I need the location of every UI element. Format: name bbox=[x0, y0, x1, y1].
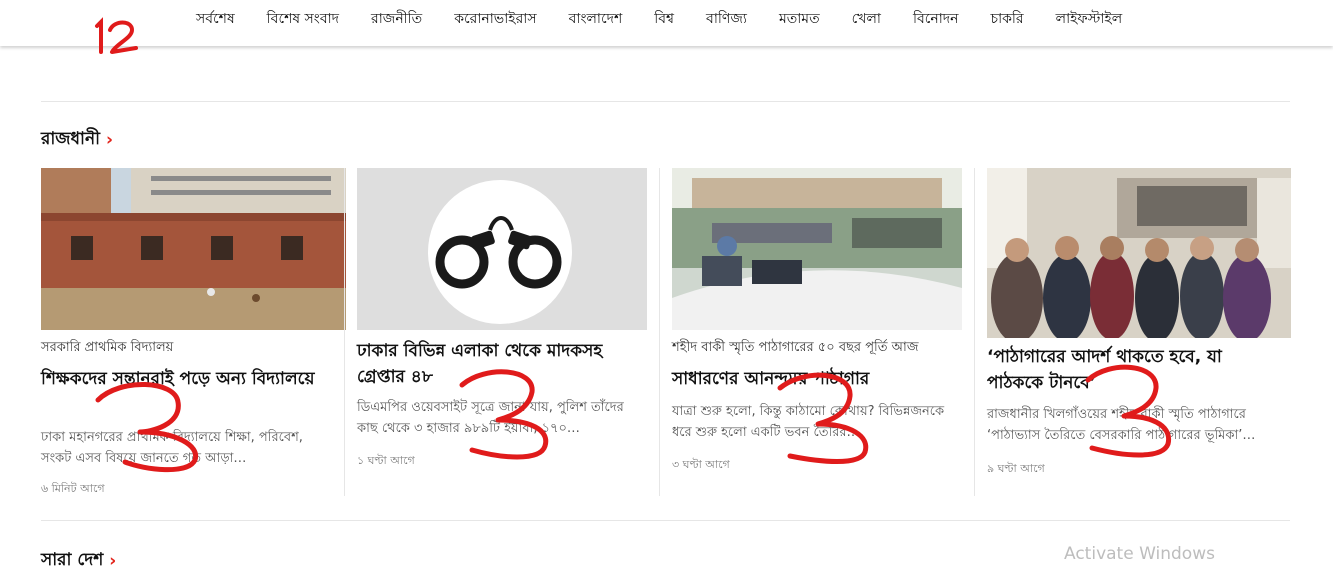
section-title-label: সারা দেশ bbox=[41, 550, 104, 569]
news-card[interactable]: সরকারি প্রাথমিক বিদ্যালয় শিক্ষকদের সন্ত… bbox=[41, 168, 346, 496]
card-headline[interactable]: সাধারণের আনন্দময় পাঠাগার bbox=[672, 366, 962, 392]
nav-item-opinion[interactable]: মতামত bbox=[779, 7, 820, 31]
nav-item-business[interactable]: বাণিজ্য bbox=[706, 7, 747, 31]
section-title-rajdhani[interactable]: রাজধানী › bbox=[41, 126, 113, 154]
card-headline[interactable]: ঢাকার বিভিন্ন এলাকা থেকে মাদকসহ গ্রেপ্তা… bbox=[357, 338, 642, 390]
card-summary: রাজধানীর খিলগাঁওয়ের শহীদ বাকী স্মৃতি পা… bbox=[987, 407, 1256, 443]
nav-item-special-news[interactable]: বিশেষ সংবাদ bbox=[267, 7, 339, 31]
people-in-library-photo[interactable] bbox=[987, 168, 1291, 338]
nav-item-jobs[interactable]: চাকরি bbox=[991, 7, 1024, 31]
card-headline[interactable]: শিক্ষকদের সন্তানরাই পড়ে অন্য বিদ্যালয়ে bbox=[41, 366, 331, 392]
school-building-photo[interactable] bbox=[41, 168, 346, 330]
card-timestamp: ১ ঘণ্টা আগে bbox=[357, 454, 415, 467]
chevron-right-icon: › bbox=[109, 551, 117, 569]
nav-item-lifestyle[interactable]: লাইফস্টাইল bbox=[1056, 7, 1123, 31]
nav-item-entertainment[interactable]: বিনোদন bbox=[913, 7, 959, 31]
card-timestamp: ৯ ঘণ্টা আগে bbox=[987, 462, 1045, 475]
card-timestamp: ৬ মিনিট আগে bbox=[41, 482, 105, 495]
main-nav: সর্বশেষ বিশেষ সংবাদ রাজনীতি করোনাভাইরাস … bbox=[196, 0, 1154, 38]
nav-item-latest[interactable]: সর্বশেষ bbox=[196, 7, 235, 31]
nav-item-coronavirus[interactable]: করোনাভাইরাস bbox=[454, 7, 536, 31]
news-card[interactable]: ঢাকার বিভিন্ন এলাকা থেকে মাদকসহ গ্রেপ্তা… bbox=[344, 168, 649, 496]
section-title-label: রাজধানী bbox=[41, 129, 100, 149]
nav-item-bangladesh[interactable]: বাংলাদেশ bbox=[569, 7, 623, 31]
section-title-sara-desh[interactable]: সারা দেশ › bbox=[41, 547, 116, 569]
handwritten-logo-mark bbox=[95, 17, 138, 54]
news-card[interactable]: শহীদ বাকী স্মৃতি পাঠাগারের ৫০ বছর পূর্তি… bbox=[659, 168, 964, 496]
library-reading-room-photo[interactable] bbox=[672, 168, 962, 330]
section-divider bbox=[41, 520, 1290, 521]
nav-item-world[interactable]: বিশ্ব bbox=[654, 7, 674, 31]
os-activation-watermark: Activate Windows bbox=[1064, 544, 1215, 564]
nav-item-sports[interactable]: খেলা bbox=[852, 7, 881, 31]
chevron-right-icon: › bbox=[105, 130, 113, 150]
card-kicker: শহীদ বাকী স্মৃতি পাঠাগারের ৫০ বছর পূর্তি… bbox=[672, 340, 919, 355]
news-card[interactable]: ‘পাঠাগারের আদর্শ থাকতে হবে, যা পাঠককে টা… bbox=[974, 168, 1291, 496]
card-summary: যাত্রা শুরু হলো, কিন্তু কাঠামো কোথায়? ব… bbox=[672, 404, 945, 440]
card-summary: ডিএমপির ওয়েবসাইট সূত্রে জানা যায়, পুলি… bbox=[357, 400, 624, 436]
card-summary: ঢাকা মহানগরের প্রাথমিক বিদ্যালয়ে শিক্ষা… bbox=[41, 430, 303, 466]
section-divider bbox=[41, 101, 1290, 102]
nav-item-politics[interactable]: রাজনীতি bbox=[371, 7, 422, 31]
news-card-row: সরকারি প্রাথমিক বিদ্যালয় শিক্ষকদের সন্ত… bbox=[41, 168, 1291, 496]
card-headline[interactable]: ‘পাঠাগারের আদর্শ থাকতে হবে, যা পাঠককে টা… bbox=[987, 344, 1277, 396]
handcuffs-illustration[interactable] bbox=[357, 168, 647, 330]
top-navigation-bar: সর্বশেষ বিশেষ সংবাদ রাজনীতি করোনাভাইরাস … bbox=[0, 0, 1333, 54]
card-kicker: সরকারি প্রাথমিক বিদ্যালয় bbox=[41, 340, 174, 355]
card-timestamp: ৩ ঘণ্টা আগে bbox=[672, 458, 730, 471]
